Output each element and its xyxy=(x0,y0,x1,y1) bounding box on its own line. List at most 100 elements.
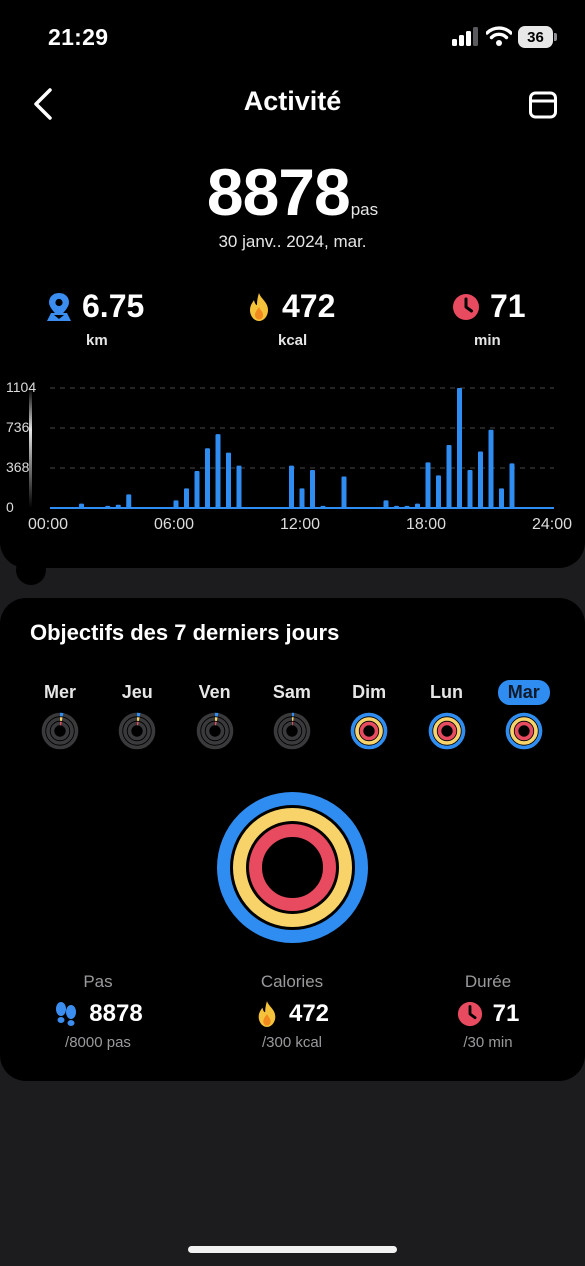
chart-bar xyxy=(105,505,111,508)
chart-bar xyxy=(341,476,347,508)
page-title: Activité xyxy=(243,86,342,116)
chart-bar xyxy=(394,505,399,508)
chart-bar xyxy=(488,429,494,508)
calendar-icon[interactable] xyxy=(528,90,558,120)
clock-icon xyxy=(453,293,479,320)
day-lun[interactable]: Lun xyxy=(417,680,477,750)
chart-bar xyxy=(310,469,315,508)
steps-unit: pas xyxy=(350,200,379,219)
flame-icon xyxy=(258,1001,276,1027)
goal-duration-target: /30 min xyxy=(463,1034,513,1051)
distance-unit: km xyxy=(86,332,108,349)
chart-plot xyxy=(29,387,554,509)
chart-bar xyxy=(509,463,515,508)
day-mar[interactable]: Mar xyxy=(494,680,554,750)
goal-calories-target: /300 kcal xyxy=(261,1034,323,1051)
chart-x-tick-label: 18:00 xyxy=(406,516,447,533)
decorative-notch xyxy=(16,555,46,585)
duration-unit: min xyxy=(474,332,501,349)
day-label: Lun xyxy=(430,682,463,702)
goal-rings-large xyxy=(217,792,368,943)
activity-summary-section: 21:29 36 Activité 8878pas 30 janv.. 2024… xyxy=(0,0,585,568)
battery-indicator: 36 xyxy=(518,26,558,48)
day-ven[interactable]: Ven xyxy=(185,680,245,750)
goal-duration: Durée 71 /30 min xyxy=(393,972,583,1051)
goal-steps: Pas 8878 /8000 pas xyxy=(3,972,193,1051)
chart-bar xyxy=(226,452,231,508)
chart-bar xyxy=(79,503,84,508)
chart-bar xyxy=(467,469,473,508)
goal-calories-name: Calories xyxy=(260,972,324,991)
chart-y-tick-label: 736 xyxy=(6,419,30,435)
wifi-icon xyxy=(486,26,512,46)
day-label: Dim xyxy=(352,682,387,702)
distance-value: 6.75 xyxy=(82,288,145,324)
chart-bar xyxy=(173,500,179,508)
goal-duration-name: Durée xyxy=(464,972,512,991)
day-label: Jeu xyxy=(121,682,153,702)
chart-bar xyxy=(446,444,452,508)
goal-steps-value: 8878 xyxy=(89,1000,143,1027)
duration-ring xyxy=(249,824,336,911)
day-sam[interactable]: Sam xyxy=(262,680,322,750)
date-label: 30 janv.. 2024, mar. xyxy=(218,232,367,251)
home-indicator[interactable] xyxy=(188,1246,397,1253)
duration-progress-arc xyxy=(437,721,456,741)
calories-value: 472 xyxy=(282,288,336,324)
chart-y-tick-label: 368 xyxy=(6,459,30,475)
chart-bar xyxy=(425,462,431,508)
day-dim[interactable]: Dim xyxy=(339,680,399,750)
status-time: 21:29 xyxy=(48,24,109,50)
chart-cursor-indicator[interactable] xyxy=(29,388,32,508)
chart-bar xyxy=(478,451,483,508)
chart-bar xyxy=(499,488,504,508)
chart-y-tick-label: 0 xyxy=(6,499,14,515)
day-goal-rings xyxy=(505,712,543,750)
goals-card: Objectifs des 7 derniers jours Mer Jeu Ven… xyxy=(0,598,585,1081)
duration-progress-arc xyxy=(359,721,379,741)
day-label: Ven xyxy=(198,682,231,702)
day-label: Sam xyxy=(272,682,311,702)
day-goal-rings xyxy=(196,712,233,750)
flame-icon xyxy=(250,292,268,321)
day-jeu[interactable]: Jeu xyxy=(107,680,167,750)
stat-duration: 71 min xyxy=(452,288,526,358)
hourly-steps-chart[interactable]: 0 368 736 1104 00:00 06:00 12:00 18:00 24:00 xyxy=(0,376,585,536)
chart-x-tick-label: 00:00 xyxy=(28,516,69,533)
duration-progress-arc xyxy=(514,721,534,741)
day-goal-rings xyxy=(428,712,465,750)
steps-value: 8878 xyxy=(206,155,351,229)
goal-steps-name: Pas xyxy=(83,972,113,991)
duration-value: 71 xyxy=(490,288,526,324)
chart-bar xyxy=(457,388,462,508)
chart-bar xyxy=(404,505,410,508)
day-mer[interactable]: Mer xyxy=(30,680,90,750)
goal-duration-value: 71 xyxy=(492,1000,520,1027)
day-goal-rings xyxy=(273,712,311,750)
chart-bar xyxy=(289,465,294,508)
steps-total: 8878pas xyxy=(0,154,585,230)
day-goal-rings xyxy=(118,712,156,750)
day-label: Mar xyxy=(497,680,550,705)
chart-y-tick-label: 1104 xyxy=(6,379,37,395)
chart-bar xyxy=(126,494,132,508)
goal-calories-value: 472 xyxy=(288,1000,330,1027)
goal-steps-target: /8000 pas xyxy=(65,1034,131,1051)
footprints-icon xyxy=(56,1002,77,1026)
chart-bar xyxy=(215,434,221,508)
chart-bar xyxy=(205,448,210,508)
cellular-signal-icon xyxy=(452,27,478,46)
chart-x-tick-label: 24:00 xyxy=(532,516,573,533)
goal-calories: Calories 472 /300 kcal xyxy=(197,972,387,1051)
chart-bar xyxy=(415,503,420,508)
chart-bar xyxy=(236,465,242,508)
chart-bar xyxy=(299,488,305,508)
chart-bar xyxy=(184,488,189,508)
chart-bar xyxy=(436,475,441,508)
chart-x-tick-label: 12:00 xyxy=(280,516,321,533)
chart-bar xyxy=(383,500,389,508)
calories-unit: kcal xyxy=(278,332,308,349)
status-bar: 21:29 36 xyxy=(0,0,585,70)
chart-x-tick-label: 06:00 xyxy=(154,516,195,533)
goals-title: Objectifs des 7 derniers jours xyxy=(30,620,340,645)
